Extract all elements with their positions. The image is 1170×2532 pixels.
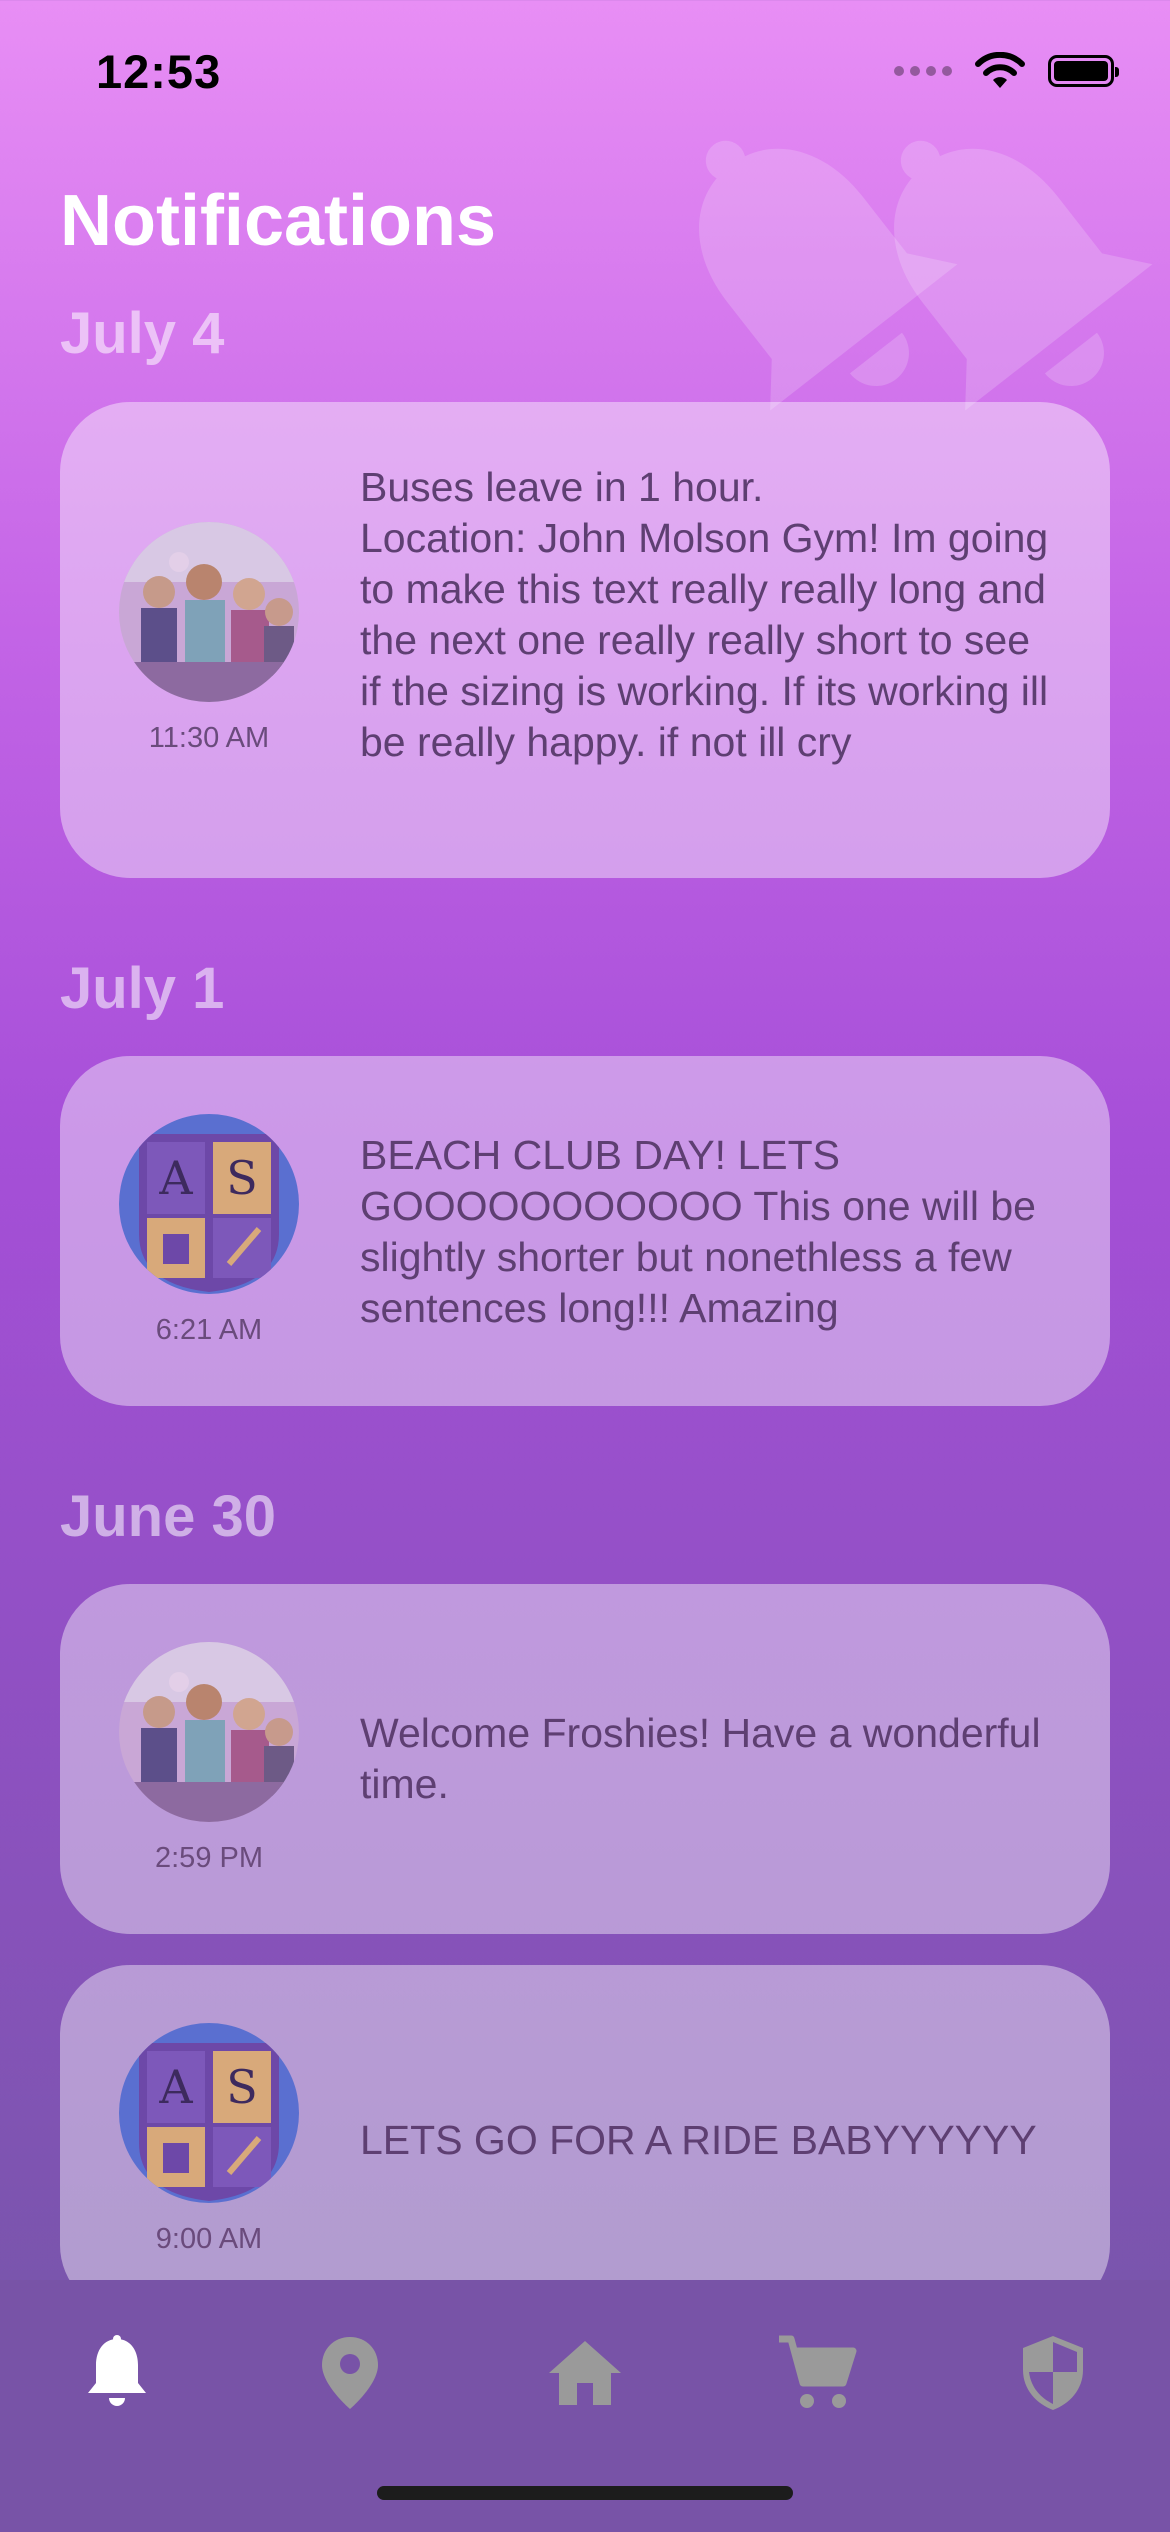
page-title: Notifications bbox=[60, 181, 497, 261]
notification-time: 2:59 PM bbox=[155, 1842, 263, 1874]
notification-message: Welcome Froshies! Have a wonderful time. bbox=[360, 1710, 1041, 1807]
notification-card[interactable]: A S 9:00 AM LETS GO FOR A RIDE BABYYYYYY bbox=[60, 1965, 1110, 2315]
avatar-crest-logo: A S bbox=[119, 1114, 299, 1294]
avatar-crowd-photo bbox=[119, 522, 299, 702]
notification-time: 6:21 AM bbox=[155, 1314, 263, 1346]
status-time: 12:53 bbox=[96, 45, 222, 98]
tab-safety[interactable] bbox=[1008, 2328, 1098, 2418]
background-bell-icon bbox=[894, 140, 1153, 411]
notification-card[interactable]: 2:59 PM Welcome Froshies! Have a wonderf… bbox=[60, 1584, 1110, 1934]
date-header: July 1 bbox=[60, 956, 225, 1021]
tab-map[interactable] bbox=[305, 2328, 395, 2418]
date-header: June 30 bbox=[60, 1484, 276, 1549]
notification-message: LETS GO FOR A RIDE BABYYYYYY bbox=[360, 2117, 1037, 2163]
home-indicator[interactable] bbox=[377, 2486, 793, 2500]
avatar-crest-logo: A S bbox=[119, 2023, 299, 2203]
avatar-crowd-photo bbox=[119, 1642, 299, 1822]
bell-icon bbox=[88, 2335, 146, 2406]
crest-letter-a: A bbox=[158, 1151, 193, 1205]
status-icons bbox=[894, 52, 1119, 90]
notification-time: 9:00 AM bbox=[155, 2223, 263, 2255]
notification-card[interactable]: A S 6:21 AM BEACH CLUB DAY! LETS GOOOOOO… bbox=[60, 1056, 1110, 1406]
wifi-icon bbox=[975, 52, 1025, 88]
tab-notifications[interactable] bbox=[72, 2328, 162, 2418]
date-header: July 4 bbox=[60, 301, 225, 366]
shield-icon bbox=[1023, 2336, 1083, 2410]
tab-home[interactable] bbox=[540, 2328, 630, 2418]
home-icon bbox=[549, 2341, 621, 2405]
notification-message: Buses leave in 1 hour. Location: John Mo… bbox=[360, 464, 1049, 765]
crest-letter-s: S bbox=[226, 2060, 258, 2114]
tab-cart[interactable] bbox=[772, 2328, 862, 2418]
location-pin-icon bbox=[322, 2337, 378, 2409]
battery-icon bbox=[1048, 55, 1119, 87]
cart-icon bbox=[779, 2335, 857, 2408]
cellular-signal-icon bbox=[894, 66, 952, 76]
crest-letter-a: A bbox=[158, 2060, 193, 2114]
notification-card[interactable]: 11:30 AM Buses leave in 1 hour. Location… bbox=[60, 402, 1110, 878]
notification-time: 11:30 AM bbox=[148, 722, 270, 754]
notification-message: BEACH CLUB DAY! LETS GOOOOOOOOOOO This o… bbox=[360, 1132, 1036, 1331]
crest-letter-s: S bbox=[226, 1151, 258, 1205]
